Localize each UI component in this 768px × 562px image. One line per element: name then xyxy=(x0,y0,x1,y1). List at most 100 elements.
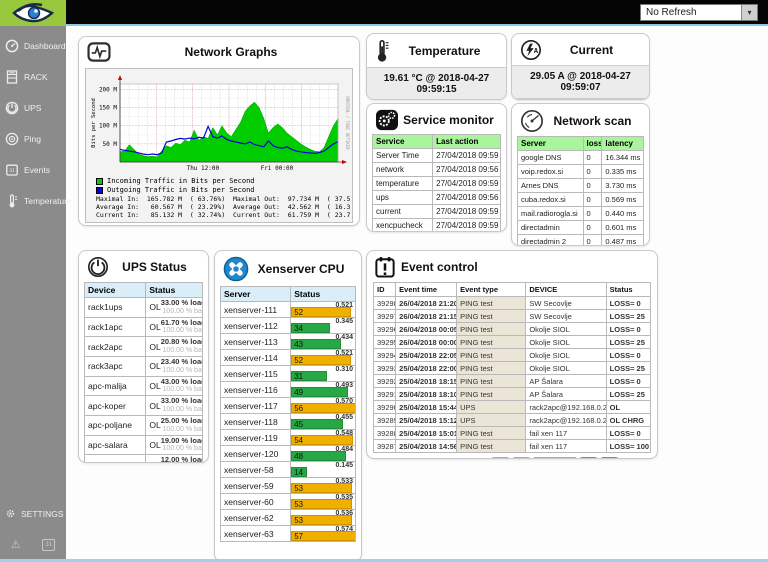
app-root: No Refresh ▾ Dashboard RACK UPS Ping 31 Event… xyxy=(0,0,768,562)
svg-text:150 M: 150 M xyxy=(99,105,117,112)
table-row: 3929726/04/2018 21:15PING testSW Secovlj… xyxy=(372,309,652,323)
event-time: 25/04/2018 15:44 xyxy=(395,400,458,414)
cpu-bar: 14 xyxy=(291,467,308,477)
activity-icon xyxy=(87,42,111,62)
server-name: xenserver-59 xyxy=(219,477,292,494)
column-header: Status xyxy=(290,286,356,302)
device-name: apc-dinodoma xyxy=(83,454,147,462)
app-logo[interactable] xyxy=(0,0,66,26)
last-page-button[interactable]: →| xyxy=(601,457,619,458)
prev-page-button[interactable]: ← xyxy=(513,457,531,458)
sidebar-item-label: Ping xyxy=(24,134,42,144)
service-monitor-table: Service Last action Server Time 27/04/2018… xyxy=(371,134,501,231)
device-name: apc-salara xyxy=(83,434,147,456)
event-id: 39293 xyxy=(372,361,397,375)
ups-status-value: OL xyxy=(149,400,161,411)
event-time: 26/04/2018 00:00 xyxy=(395,335,458,349)
ups-status-inner: OL 43.00 % load 100.00 % batt xyxy=(149,377,201,395)
sidebar: Dashboard RACK UPS Ping 31 Events Temperature … xyxy=(0,26,72,559)
table-header-row: ID Event time Event type DEVICE Status xyxy=(372,282,652,297)
event-time: 25/04/2018 22:00 xyxy=(395,361,458,375)
loss-value: 0 xyxy=(582,206,603,221)
ups-status-table: Device Status rack1ups OL 33.00 % load 100.0… xyxy=(83,282,203,462)
sidebar-item-rack[interactable]: RACK xyxy=(0,63,66,91)
panel-title: Service monitor xyxy=(403,113,494,127)
table-row: temperature 27/04/2018 09:59 xyxy=(371,176,501,191)
cpu-bar: 53 xyxy=(291,515,353,525)
event-status: LOSS= 25 xyxy=(605,361,652,375)
next-page-button[interactable]: → xyxy=(580,457,598,458)
ups-load-value: 20.80 % load xyxy=(160,337,203,347)
ups-status-cell: OL 33.00 % load 100.00 % batt xyxy=(145,297,203,318)
table-row: 3929125/04/2018 18:10PING testAP ŠalaraL… xyxy=(372,387,652,401)
table-row: 3928825/04/2018 15:01PING testfail xen 1… xyxy=(372,426,652,440)
gears-icon xyxy=(376,109,398,131)
ups-batt-value: 100.00 % batt xyxy=(162,386,203,394)
sidebar-item-events[interactable]: 31 Events xyxy=(0,156,66,184)
server-name: google DNS xyxy=(517,150,584,165)
event-id: 39291 xyxy=(372,387,397,401)
cpu-bar: 31 xyxy=(291,371,327,381)
ups-load-value: 23.40 % load xyxy=(160,357,203,367)
calendar-icon[interactable]: 31 xyxy=(42,538,56,551)
event-id: 39289 xyxy=(372,413,397,427)
panel-title: Xenserver CPU xyxy=(257,262,345,276)
event-id: 39298 xyxy=(372,296,397,310)
svg-text:Bits per Second: Bits per Second xyxy=(91,98,97,148)
table-row: xenserver-112 0.345 34 xyxy=(219,317,356,334)
svg-text:A: A xyxy=(534,46,539,55)
event-id: 39295 xyxy=(372,335,397,349)
legend-label: Incoming Traffic in Bits per Second xyxy=(107,177,255,185)
page-input[interactable] xyxy=(534,457,577,458)
sidebar-item-dashboard[interactable]: Dashboard xyxy=(0,32,66,60)
first-page-button[interactable]: |← xyxy=(492,457,510,458)
event-status: LOSS= 25 xyxy=(605,309,652,323)
cpu-bar: 49 xyxy=(291,387,348,397)
event-type: PING test xyxy=(456,426,527,440)
refresh-interval-select[interactable]: No Refresh ▾ xyxy=(640,4,758,21)
chevron-down-icon[interactable]: ▾ xyxy=(741,5,757,20)
network-graph-image: 50 M 100 M 150 M 200 M Thu 12:00 Fri 00:00 Bit… xyxy=(85,68,353,223)
server-name: xenserver-115 xyxy=(219,365,292,382)
server-name: xenserver-113 xyxy=(219,333,292,350)
column-header: latency xyxy=(601,136,644,151)
svg-text:200 M: 200 M xyxy=(99,86,117,93)
legend-swatch-incoming xyxy=(96,177,103,185)
table-row: xencpucheck 27/04/2018 09:59 xyxy=(371,218,501,231)
ups-status-value: OL xyxy=(149,420,161,431)
cpu-bar: 43 xyxy=(291,339,341,349)
event-device: SW Secovlje xyxy=(525,309,607,323)
thermometer-icon xyxy=(9,194,17,208)
event-time: 25/04/2018 18:10 xyxy=(395,387,458,401)
thermometer-icon xyxy=(377,40,389,62)
ups-metrics: 25.00 % load 100.00 % batt xyxy=(161,417,202,434)
sidebar-item-temperature[interactable]: Temperature xyxy=(0,187,72,215)
cpu-bar-cell: 0.521 52 xyxy=(290,301,356,318)
sidebar-item-label: Temperature xyxy=(24,196,72,206)
ups-metrics: 43.00 % load 100.00 % batt xyxy=(161,377,203,395)
warning-icon[interactable]: ⚠ xyxy=(11,538,21,551)
sidebar-item-settings[interactable]: SETTINGS xyxy=(0,501,66,526)
table-row: apc-poljane OL 25.00 % load 100.00 % batt xyxy=(83,415,203,436)
column-header: ID xyxy=(372,282,397,297)
table-row: 3929225/04/2018 18:15PING testAP ŠalaraL… xyxy=(372,374,652,388)
event-device: rack2apc@192.168.0.247 xyxy=(525,413,607,427)
server-name: voip.redox.si xyxy=(517,164,584,179)
panel-network-graphs-header: Network Graphs xyxy=(79,37,359,66)
table-row: rack2apc OL 20.80 % load 100.00 % batt xyxy=(83,336,203,358)
event-type: PING test xyxy=(456,361,527,375)
column-header: Service xyxy=(371,134,434,149)
column-header: loss xyxy=(582,136,603,151)
sidebar-item-ups[interactable]: UPS xyxy=(0,94,66,122)
event-status: LOSS= 0 xyxy=(605,322,652,336)
column-header: Device xyxy=(83,282,147,298)
table-row: xenserver-120 0.484 48 xyxy=(219,445,356,462)
column-header: Server xyxy=(219,286,292,302)
sidebar-item-ping[interactable]: Ping xyxy=(0,125,66,153)
event-device: Okolje SIOL xyxy=(525,348,607,362)
event-type: PING test xyxy=(456,439,527,453)
svg-text:31: 31 xyxy=(9,168,15,174)
legend-outgoing: Outgoing Traffic in Bits per Second xyxy=(88,186,350,195)
table-row: directadmin 2 0 0.487 ms xyxy=(517,234,644,245)
ups-status-cell: OL 25.00 % load 100.00 % batt xyxy=(145,415,203,436)
